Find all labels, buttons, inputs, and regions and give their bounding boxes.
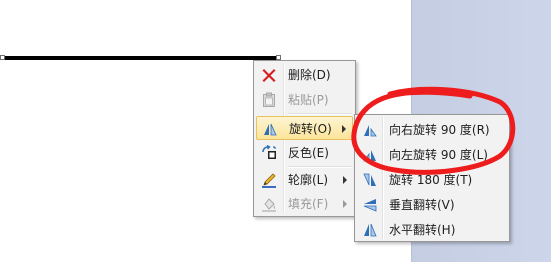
- rotate-right-icon: [361, 121, 379, 139]
- menu-item-paste[interactable]: 粘贴(P): [256, 88, 353, 112]
- submenu-item-rotate-left-90[interactable]: 向左旋转 90 度(L): [357, 143, 507, 167]
- delete-x-icon: [260, 66, 278, 84]
- outline-pen-icon: [260, 171, 278, 189]
- context-menu: 删除(D) 粘贴(P) 旋转(O) 反色(E) 轮廓(L) 填充(F): [253, 60, 356, 217]
- menu-item-label: 旋转(O): [289, 122, 332, 136]
- menu-item-outline[interactable]: 轮廓(L): [256, 168, 353, 192]
- menu-separator: [288, 113, 352, 115]
- menu-item-label: 粘贴(P): [288, 93, 329, 107]
- menu-item-label: 填充(F): [288, 197, 329, 211]
- submenu-arrow-icon: [342, 125, 346, 133]
- submenu-item-rotate-180[interactable]: 旋转 180 度(T): [357, 168, 507, 192]
- menu-item-label: 旋转 180 度(T): [389, 173, 473, 187]
- rotate-left-icon: [361, 146, 379, 164]
- paste-icon: [260, 91, 278, 109]
- rotate-180-icon: [361, 171, 379, 189]
- invert-color-icon: [260, 144, 278, 162]
- submenu-item-flip-vertical[interactable]: 垂直翻转(V): [357, 193, 507, 217]
- menu-item-label: 删除(D): [288, 68, 331, 82]
- resize-handle-left[interactable]: [0, 55, 5, 60]
- submenu-item-rotate-right-90[interactable]: 向右旋转 90 度(R): [357, 118, 507, 142]
- flip-horizontal-icon: [361, 221, 379, 239]
- menu-item-label: 反色(E): [288, 146, 329, 160]
- menu-item-delete[interactable]: 删除(D): [256, 63, 353, 87]
- submenu-item-flip-horizontal[interactable]: 水平翻转(H): [357, 218, 507, 242]
- fill-bucket-icon: [260, 195, 278, 213]
- menu-item-rotate[interactable]: 旋转(O): [256, 116, 353, 140]
- menu-item-label: 向右旋转 90 度(R): [389, 123, 490, 137]
- selected-line-shape[interactable]: [2, 56, 278, 60]
- menu-item-invert-color[interactable]: 反色(E): [256, 141, 353, 165]
- menu-item-label: 向左旋转 90 度(L): [389, 148, 488, 162]
- menu-item-fill[interactable]: 填充(F): [256, 192, 353, 216]
- menu-item-label: 轮廓(L): [288, 173, 329, 187]
- submenu-arrow-icon: [343, 200, 347, 208]
- rotate-submenu: 向右旋转 90 度(R) 向左旋转 90 度(L) 旋转 180 度(T) 垂直…: [354, 114, 510, 242]
- menu-item-label: 垂直翻转(V): [389, 198, 455, 212]
- rotate-icon: [261, 120, 279, 138]
- flip-vertical-icon: [361, 196, 379, 214]
- submenu-arrow-icon: [343, 176, 347, 184]
- menu-item-label: 水平翻转(H): [389, 223, 456, 237]
